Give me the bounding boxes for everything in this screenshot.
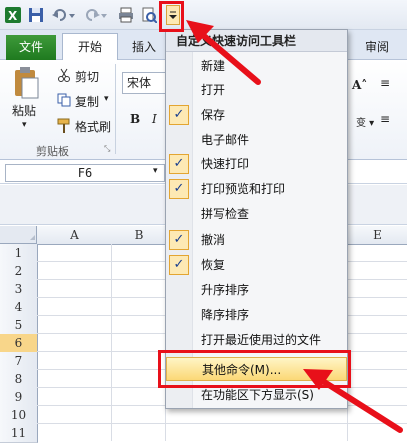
annotation-arrow-top (186, 20, 261, 85)
annotation-arrow-bottom (303, 369, 403, 433)
annotation-arrows (186, 20, 403, 433)
